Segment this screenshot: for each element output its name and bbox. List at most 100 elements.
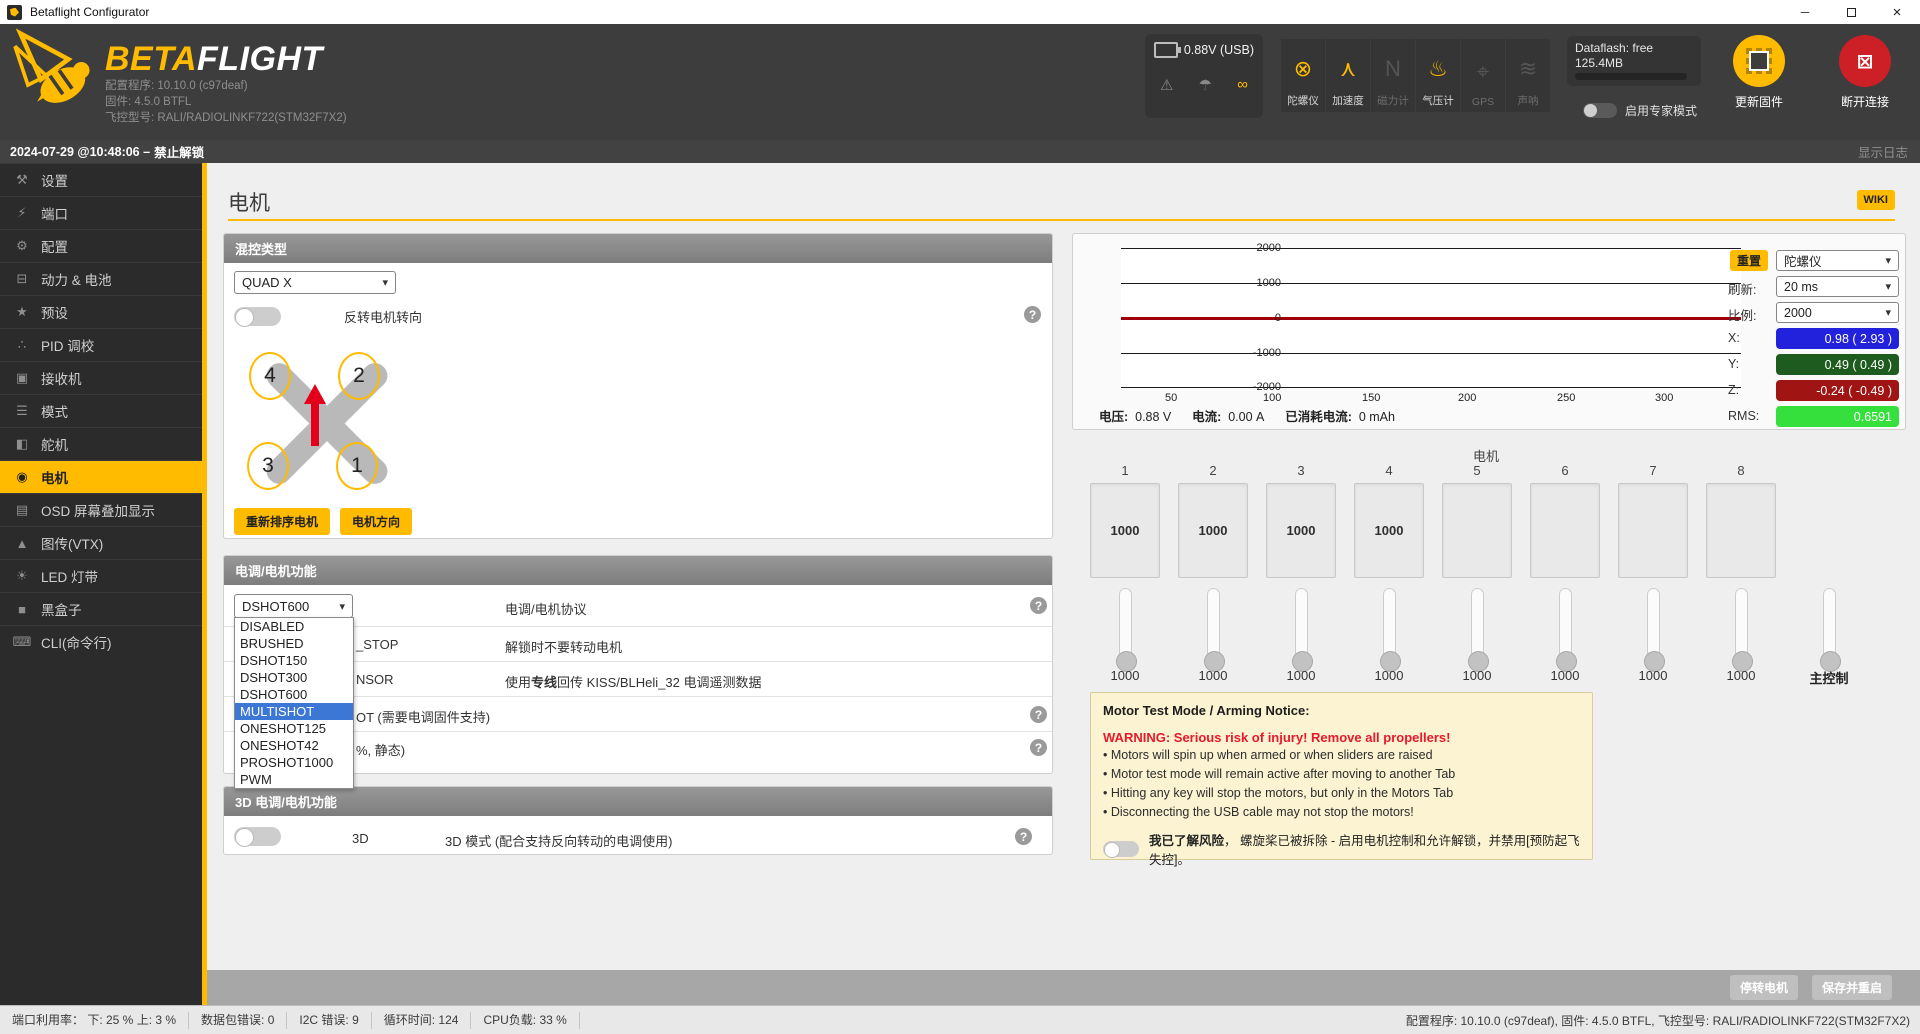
dropdown-option-proshot1000[interactable]: PROSHOT1000: [235, 754, 353, 771]
maximize-button[interactable]: [1828, 0, 1874, 24]
motor-slider-1[interactable]: [1090, 588, 1160, 672]
dropdown-option-brushed[interactable]: BRUSHED: [235, 635, 353, 652]
y-tick: -1000: [1252, 347, 1281, 359]
sidebar-item-modes[interactable]: ☰ 模式: [0, 394, 202, 427]
refresh-select[interactable]: 20 ms ▾: [1776, 276, 1899, 297]
sidebar-item-servos[interactable]: ◧ 舵机: [0, 427, 202, 460]
sensor-gyro: ⊗ 陀螺仪: [1281, 39, 1325, 112]
disconnect-button[interactable]: ⊠ 断开连接: [1828, 35, 1902, 110]
stop-motors-button[interactable]: 停转电机: [1729, 975, 1798, 1000]
motor-column-4: 4 1000: [1354, 463, 1424, 578]
sidebar-item-power-battery[interactable]: ⊟ 动力 & 电池: [0, 262, 202, 295]
motor-value-7: 1000: [1638, 668, 1668, 683]
show-log-link[interactable]: 显示日志: [1858, 142, 1908, 161]
magic-wand-icon: ★: [16, 304, 28, 319]
x-tick: 300: [1655, 392, 1674, 404]
graph-source-select[interactable]: 陀螺仪 ▾: [1776, 250, 1899, 271]
dropdown-option-oneshot42[interactable]: ONESHOT42: [235, 737, 353, 754]
gps-icon: ⌖: [1476, 59, 1490, 84]
sensor-gps: ⌖ GPS: [1461, 39, 1505, 112]
motor-bar-7: [1618, 483, 1688, 578]
save-restart-button[interactable]: 保存并重启: [1811, 975, 1892, 1000]
motor-slider-2[interactable]: [1178, 588, 1248, 672]
reverse-motor-toggle[interactable]: [234, 307, 281, 327]
chevron-down-icon: ▾: [1885, 307, 1891, 319]
dropdown-option-pwm[interactable]: PWM: [235, 771, 353, 788]
window-title: Betaflight Configurator: [30, 5, 150, 19]
risk-acknowledge-toggle[interactable]: [1103, 841, 1139, 858]
dropdown-option-dshot300[interactable]: DSHOT300: [235, 669, 353, 686]
expert-mode-toggle[interactable]: [1583, 103, 1617, 118]
sidebar-item-presets[interactable]: ★ 预设: [0, 295, 202, 328]
sidebar-item-pid-tuning[interactable]: ∴ PID 调校: [0, 328, 202, 361]
sidebar-item-cli[interactable]: ⌨ CLI(命令行): [0, 625, 202, 658]
x-tick: 150: [1362, 392, 1381, 404]
motor-bar-1: 1000: [1090, 483, 1160, 578]
sidebar-item-blackbox[interactable]: ■ 黑盒子: [0, 592, 202, 625]
sidebar-nav: ⚒ 设置 ⚡ 端口 ⚙ 配置 ⊟ 动力 & 电池 ★ 预设 ∴ PID 调校 ▣ 接收机 ☰ 模…: [0, 163, 202, 1005]
motor-direction-button[interactable]: 电机方向: [340, 508, 413, 535]
dropdown-option-disabled[interactable]: DISABLED: [235, 618, 353, 635]
chevron-down-icon: ▾: [1885, 281, 1891, 293]
sidebar-item-ports[interactable]: ⚡ 端口: [0, 196, 202, 229]
gyro-icon: ⊗: [1293, 56, 1313, 81]
motor-slider-7[interactable]: [1618, 588, 1688, 672]
master-slider[interactable]: [1794, 588, 1864, 672]
motor-slider-6[interactable]: [1530, 588, 1600, 672]
sidebar-item-motors[interactable]: ◉ 电机: [0, 460, 202, 493]
notice-bullet: • Disconnecting the USB cable may not st…: [1103, 805, 1414, 819]
sitemap-icon: ∴: [17, 337, 27, 352]
update-firmware-button[interactable]: 更新固件: [1722, 35, 1796, 110]
help-icon[interactable]: ?: [1030, 706, 1047, 723]
failsafe-parachute-icon: ☂: [1198, 77, 1213, 94]
dropdown-option-dshot150[interactable]: DSHOT150: [235, 652, 353, 669]
help-icon[interactable]: ?: [1015, 828, 1032, 845]
sidebar-item-configuration[interactable]: ⚙ 配置: [0, 229, 202, 262]
dropdown-option-oneshot125[interactable]: ONESHOT125: [235, 720, 353, 737]
motor-value-5: 1000: [1462, 668, 1492, 683]
motor-slider-8[interactable]: [1706, 588, 1776, 672]
wiki-button[interactable]: WIKI: [1856, 190, 1895, 210]
battery-voltage: 0.88V (USB): [1183, 43, 1254, 57]
servo-icon: ◧: [15, 436, 29, 451]
firmware-version: 固件: 4.5.0 BTFL: [105, 96, 192, 108]
reorder-motors-button[interactable]: 重新排序电机: [234, 508, 331, 535]
x-tick: 100: [1263, 392, 1282, 404]
packet-errors: 数据包错误: 0: [189, 1011, 288, 1029]
motor-slider-5[interactable]: [1442, 588, 1512, 672]
esc-protocol-select[interactable]: DSHOT600 ▾: [234, 594, 353, 618]
motor-column-7: 7: [1618, 463, 1688, 578]
help-icon[interactable]: ?: [1030, 597, 1047, 614]
content-footer-bar: 停转电机 保存并重启: [207, 970, 1920, 1005]
dropdown-option-dshot600[interactable]: DSHOT600: [235, 686, 353, 703]
log-bar: 2024-07-29 @10:48:06 – 禁止解锁 显示日志: [0, 140, 1920, 163]
minimize-button[interactable]: ─: [1782, 0, 1828, 24]
sidebar-item-led-strip[interactable]: ☀ LED 灯带: [0, 559, 202, 592]
gyro-y-badge: 0.49 ( 0.49 ): [1776, 354, 1899, 375]
sidebar-item-receiver[interactable]: ▣ 接收机: [0, 361, 202, 394]
mah-drawn-value: 0 mAh: [1358, 410, 1395, 424]
betaflight-logo-icon: [13, 28, 90, 103]
motor-slider-4[interactable]: [1354, 588, 1424, 672]
motor-circle-3: 3: [247, 442, 289, 490]
current-value: 0.00 A: [1228, 410, 1265, 424]
threed-mode-toggle[interactable]: [234, 827, 281, 847]
dropdown-option-multishot[interactable]: MULTISHOT: [235, 703, 353, 720]
sidebar-item-setup[interactable]: ⚒ 设置: [0, 163, 202, 196]
modes-icon: ☰: [16, 403, 28, 418]
motor-slider-3[interactable]: [1266, 588, 1336, 672]
board-id: 飞控型号: RALI/RADIOLINKF722(STM32F7X2): [105, 112, 347, 124]
reset-button[interactable]: 重置: [1730, 250, 1768, 271]
gear-icon: ⚙: [16, 238, 28, 253]
help-icon[interactable]: ?: [1030, 739, 1047, 756]
notice-bullet: • Motors will spin up when armed or when…: [1103, 748, 1433, 762]
port-utilization: 端口利用率： 下: 25 % 上: 3 %: [0, 1011, 190, 1029]
scale-select[interactable]: 2000 ▾: [1776, 302, 1899, 323]
close-button[interactable]: ×: [1874, 0, 1920, 24]
mixer-type-select[interactable]: QUAD X ▾: [234, 271, 396, 294]
sidebar-item-vtx[interactable]: ▲ 图传(VTX): [0, 526, 202, 559]
help-icon[interactable]: ?: [1024, 306, 1041, 323]
sensor-sonar: ≋ 声呐: [1506, 39, 1550, 112]
app-header: BETAFLIGHT 配置程序: 10.10.0 (c97deaf) 固件: 4…: [0, 24, 1920, 140]
sidebar-item-osd[interactable]: ▤ OSD 屏幕叠加显示: [0, 493, 202, 526]
